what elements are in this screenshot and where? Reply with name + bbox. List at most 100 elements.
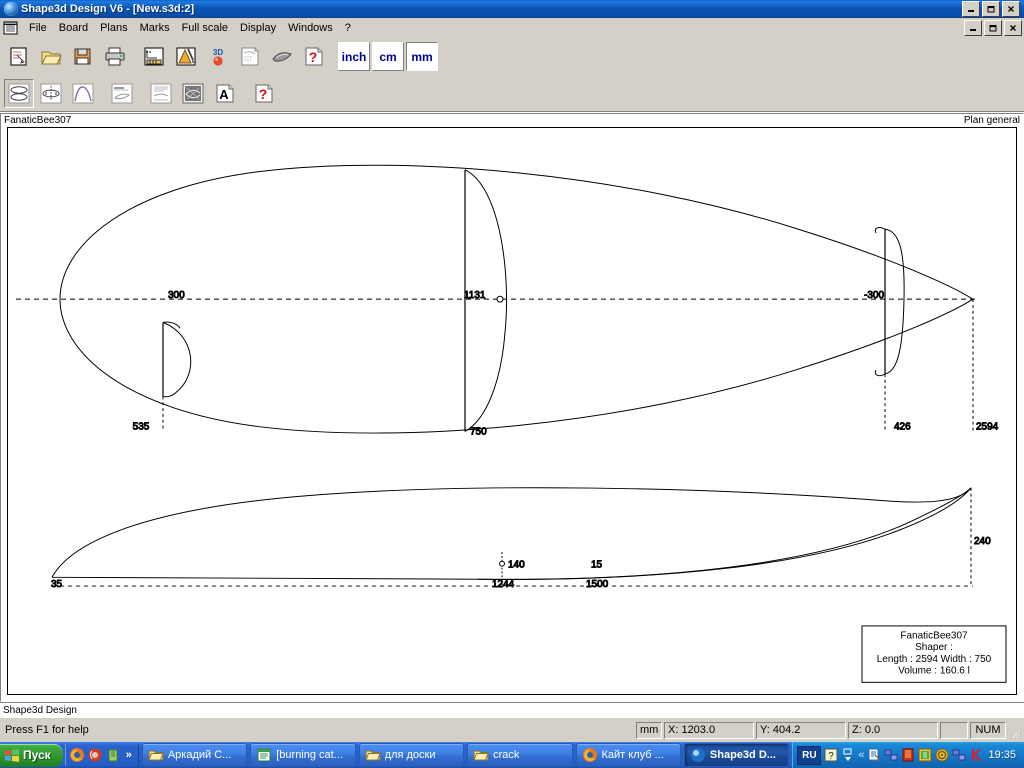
status-bar: Press F1 for help mm X: 1203.0 Y: 404.2 … [0,717,1024,742]
help-question-icon[interactable]: ? [824,748,838,762]
resize-grip[interactable] [1008,722,1022,739]
restore-button[interactable] [982,1,1000,17]
context-help-button[interactable]: ? [249,79,279,108]
outline-view-button[interactable] [4,79,34,108]
network-tray-icon[interactable] [884,748,898,762]
mdi-minimize-button[interactable] [964,20,982,36]
task-shape3d[interactable]: Shape3d D... [684,743,789,767]
taskbar-clock[interactable]: 19:35 [986,749,1020,761]
render-view-button[interactable] [178,79,208,108]
green-app-tray-icon[interactable] [918,748,932,762]
unit-mm-button[interactable]: mm [406,42,438,71]
lines-list-icon [150,83,172,104]
rocker-profile-view: 140 1244 15 1500 35 240 [51,488,991,590]
task-dlya-doski[interactable]: для доски [359,743,464,767]
notepad-tray-icon[interactable] [867,748,881,762]
dimensions-button[interactable] [139,42,169,71]
taskbar: Пуск » [0,742,1024,768]
print-button[interactable] [100,42,130,71]
target-tray-icon[interactable] [935,748,949,762]
menu-bar: File Board Plans Marks Full scale Displa… [0,18,1024,38]
svg-text:3D: 3D [213,48,223,57]
list-view-button[interactable] [146,79,176,108]
chevron-right-icon[interactable]: » [123,749,135,761]
svg-text:?: ? [829,751,835,762]
dim-140: 140 [508,560,525,571]
task-buttons: Аркадий С... [burning cat... для доски [139,743,793,767]
text-tool-button[interactable]: A [210,79,240,108]
task-kite-club[interactable]: Кайт клуб ... [576,743,681,767]
task-label: Аркадий С... [168,749,232,761]
menu-display[interactable]: Display [234,20,282,36]
start-button[interactable]: Пуск [0,744,63,767]
menu-windows[interactable]: Windows [282,20,339,36]
unit-inch-button[interactable]: inch [338,42,370,71]
mdi-child-window: FanaticBee307 Plan general [0,113,1024,702]
menu-plans[interactable]: Plans [94,20,134,36]
rocker-view-button[interactable] [107,79,137,108]
archive-tray-icon[interactable] [901,748,915,762]
text-a-icon: A [214,83,236,104]
tray-expand-icon[interactable] [841,748,855,762]
task-burning-cat[interactable]: [burning cat... [250,743,355,767]
task-label: для доски [385,749,436,761]
kaspersky-tray-icon[interactable] [969,748,983,762]
media-player-icon[interactable] [87,747,103,763]
network2-tray-icon[interactable] [952,748,966,762]
slices-view-button[interactable] [36,79,66,108]
menu-file[interactable]: File [23,20,53,36]
status-num-pane: NUM [970,722,1006,739]
system-tray: RU ? « [792,742,1024,768]
curve-graph-icon [72,83,94,104]
help-button[interactable]: ? [299,42,329,71]
menu-board[interactable]: Board [53,20,94,36]
wireframe-render-icon [182,83,204,104]
unit-cm-button[interactable]: cm [372,42,404,71]
menu-marks[interactable]: Marks [134,20,176,36]
windows-flag-icon [5,749,19,762]
dim-2594: 2594 [976,422,999,433]
mdi-close-button[interactable] [1004,20,1022,36]
task-arkadiy[interactable]: Аркадий С... [142,743,247,767]
save-disk-icon [72,46,94,67]
menu-full-scale[interactable]: Full scale [176,20,234,36]
menu-help[interactable]: ? [339,20,357,36]
mdi-restore-button[interactable] [984,20,1002,36]
board-plan-drawing: 535 300 1131 750 [8,128,1016,694]
start-label: Пуск [23,748,51,762]
folder-icon [365,747,381,763]
firefox-icon [582,747,598,763]
tray-chevron[interactable]: « [858,749,864,761]
info-board-name: FanaticBee307 [900,631,967,642]
firefox-icon[interactable] [69,747,85,763]
layers-button[interactable] [235,42,265,71]
shape-button[interactable] [267,42,297,71]
folder-icon [473,747,489,763]
language-indicator[interactable]: RU [797,746,821,765]
outline-plan-view: 535 300 1131 750 [16,165,999,437]
dim-240: 240 [974,536,991,547]
minimize-button[interactable] [962,1,980,17]
main-toolbar: 3D ? [0,38,1024,75]
curve-view-button[interactable] [68,79,98,108]
new-file-button[interactable] [4,42,34,71]
app-icon[interactable] [105,747,121,763]
svg-text:A: A [219,87,229,102]
view-3d-button[interactable]: 3D [203,42,233,71]
shape3d-logo-icon [4,2,18,16]
window-title: Shape3d Design V6 - [New.s3d:2] [21,3,194,15]
task-crack[interactable]: crack [467,743,572,767]
folder-icon [148,747,164,763]
open-file-button[interactable] [36,42,66,71]
board-name-label: FanaticBee307 [4,115,71,126]
close-button[interactable] [1002,1,1020,17]
save-file-button[interactable] [68,42,98,71]
title-bar: Shape3d Design V6 - [New.s3d:2] [0,0,1024,18]
measure-button[interactable] [171,42,201,71]
status-y-pane: Y: 404.2 [756,722,846,739]
drawing-canvas[interactable]: 535 300 1131 750 [7,127,1017,695]
ruler-dimensions-icon [143,46,165,67]
task-label: crack [493,749,519,761]
task-label: [burning cat... [276,749,343,761]
document-icon[interactable] [3,21,19,35]
